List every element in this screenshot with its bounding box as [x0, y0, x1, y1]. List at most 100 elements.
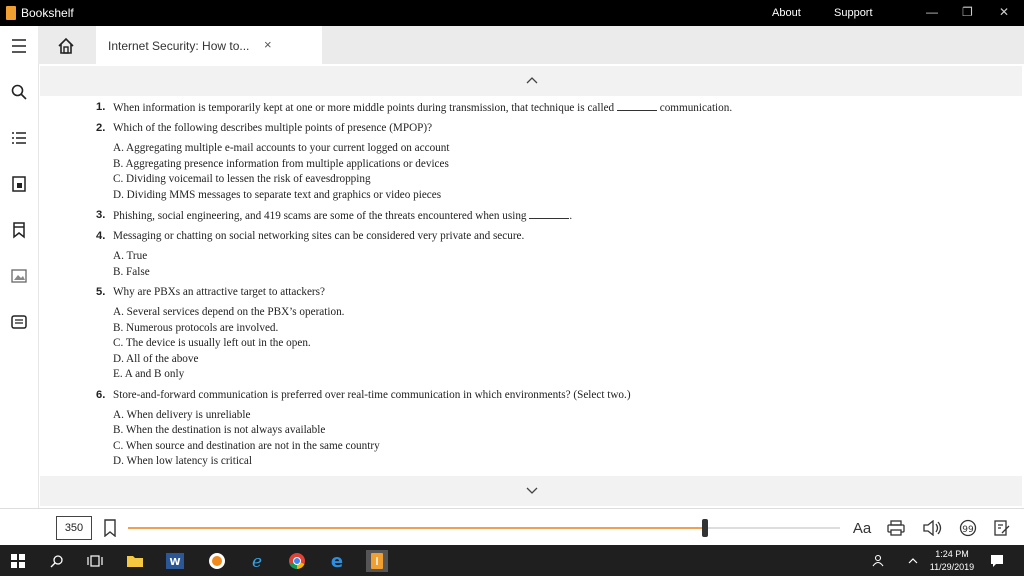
answer-blank	[616, 100, 657, 111]
option-list: A. Aggregating multiple e-mail accounts …	[113, 141, 876, 203]
app-title: Bookshelf	[6, 6, 74, 20]
chevron-down-icon[interactable]	[526, 487, 538, 495]
page-slider-thumb[interactable]	[701, 519, 708, 537]
prev-page-bar[interactable]	[40, 66, 1022, 96]
tab-book[interactable]: Internet Security: How to... ×	[96, 26, 322, 64]
question-text: Store-and-forward communication is prefe…	[113, 388, 631, 401]
annotate-icon[interactable]	[992, 519, 1012, 537]
chevron-up-icon[interactable]	[526, 76, 538, 84]
task-view-icon[interactable]	[84, 550, 106, 572]
read-aloud-icon[interactable]	[922, 519, 942, 537]
option-item: C. Dividing voicemail to lessen the risk…	[113, 173, 371, 185]
question: 4. Messaging or chatting on social netwo…	[96, 229, 876, 280]
question: 5. Why are PBXs an attractive target to …	[96, 285, 876, 383]
option-item: C. When source and destination are not i…	[113, 439, 380, 452]
option-item: A. Aggregating multiple e-mail accounts …	[113, 142, 450, 154]
question-number: 1.	[96, 101, 106, 113]
question-text-end: .	[569, 210, 573, 222]
question-text: Which of the following describes multipl…	[113, 122, 433, 134]
table-of-contents-icon[interactable]	[9, 128, 29, 148]
clock-date: 11/29/2019	[929, 562, 975, 572]
images-icon[interactable]	[9, 266, 29, 286]
question-number: 2.	[96, 122, 106, 134]
search-icon[interactable]	[9, 82, 29, 102]
question-number: 4.	[96, 230, 106, 242]
question-number: 3.	[96, 209, 106, 221]
page-slider-fill	[128, 527, 705, 529]
question-text-end: communication.	[659, 102, 733, 114]
tab-close-icon[interactable]: ×	[264, 37, 272, 52]
option-item: A. True	[113, 250, 148, 262]
app-name: Bookshelf	[21, 6, 74, 20]
clock[interactable]: 1:24 PM 11/29/2019	[926, 548, 978, 574]
svg-text:W: W	[169, 557, 180, 568]
people-icon[interactable]	[868, 550, 890, 572]
option-item: A. When delivery is unreliable	[113, 408, 251, 421]
option-item: D. All of the above	[113, 352, 199, 365]
tab-title: Internet Security: How to...	[108, 39, 250, 53]
print-icon[interactable]	[886, 519, 906, 537]
reader-toolbar: 350 Aa 99	[0, 508, 1024, 546]
svg-text:99: 99	[962, 525, 974, 535]
word-icon[interactable]: W	[164, 550, 186, 572]
question: 2. Which of the following describes mult…	[96, 121, 876, 203]
chrome-icon[interactable]	[286, 550, 308, 572]
question-text: Why are PBXs an attractive target to att…	[113, 286, 325, 298]
question: 6. Store-and-forward communication is pr…	[96, 388, 876, 470]
notifications-icon[interactable]	[986, 550, 1008, 572]
home-icon[interactable]	[56, 36, 76, 56]
question: 1. When information is temporarily kept …	[96, 100, 876, 116]
svg-text:e: e	[331, 552, 343, 570]
question-text: When information is temporarily kept at …	[113, 102, 615, 114]
windows-taskbar: W e e 1:24 PM 11/29/2019	[0, 545, 1024, 576]
option-item: E. A and B only	[113, 368, 185, 380]
flashcards-icon[interactable]	[9, 174, 29, 194]
chevron-up-tray-icon[interactable]	[902, 550, 924, 572]
left-sidebar	[0, 26, 39, 545]
option-list: A. Several services depend on the PBX’s …	[113, 305, 876, 383]
option-item: C. The device is usually left out in the…	[113, 337, 311, 349]
close-window-icon[interactable]: ✕	[999, 5, 1009, 19]
citation-icon[interactable]: 99	[958, 519, 978, 537]
option-item: B. False	[113, 265, 150, 278]
file-explorer-icon[interactable]	[124, 550, 146, 572]
reader-area: 1. When information is temporarily kept …	[40, 66, 1022, 506]
option-list: A. When delivery is unreliable B. When t…	[113, 408, 876, 470]
menu-icon[interactable]	[9, 36, 29, 56]
internet-explorer-icon[interactable]: e	[246, 550, 268, 572]
option-item: D. When low latency is critical	[113, 455, 252, 467]
minimize-icon[interactable]: —	[926, 5, 938, 19]
svg-text:e: e	[252, 552, 262, 570]
notes-icon[interactable]	[9, 312, 29, 332]
question-number: 6.	[96, 388, 106, 401]
restore-icon[interactable]: ❐	[962, 5, 973, 19]
question-text: Messaging or chatting on social networki…	[113, 230, 525, 242]
edge-icon[interactable]: e	[326, 550, 348, 572]
bookshelf-logo-icon	[6, 6, 16, 20]
option-item: B. When the destination is not always av…	[113, 424, 326, 436]
bookmarks-icon[interactable]	[9, 220, 29, 240]
page-number-input[interactable]: 350	[56, 516, 92, 540]
question-number: 5.	[96, 286, 106, 298]
page-content: 1. When information is temporarily kept …	[96, 100, 876, 475]
vlc-icon[interactable]	[206, 550, 228, 572]
option-item: B. Aggregating presence information from…	[113, 157, 449, 170]
clock-time: 1:24 PM	[935, 549, 969, 559]
support-link[interactable]: Support	[834, 7, 873, 19]
option-item: B. Numerous protocols are involved.	[113, 321, 279, 334]
next-page-bar[interactable]	[40, 476, 1022, 506]
tab-bar: Internet Security: How to... ×	[38, 26, 1024, 64]
question: 3. Phishing, social engineering, and 419…	[96, 208, 876, 224]
page-slider[interactable]	[128, 519, 840, 537]
font-settings-button[interactable]: Aa	[850, 519, 874, 537]
windows-start-icon[interactable]	[7, 550, 29, 572]
question-text: Phishing, social engineering, and 419 sc…	[113, 210, 527, 222]
bookmark-icon[interactable]	[100, 519, 120, 537]
option-item: D. Dividing MMS messages to separate tex…	[113, 188, 442, 201]
option-item: A. Several services depend on the PBX’s …	[113, 306, 345, 318]
search-taskbar-icon[interactable]	[46, 550, 68, 572]
about-link[interactable]: About	[772, 7, 801, 19]
option-list: A. True B. False	[113, 249, 876, 280]
bookshelf-taskbar-icon[interactable]	[366, 550, 388, 572]
title-bar: Bookshelf About Support — ❐ ✕	[0, 0, 1024, 26]
